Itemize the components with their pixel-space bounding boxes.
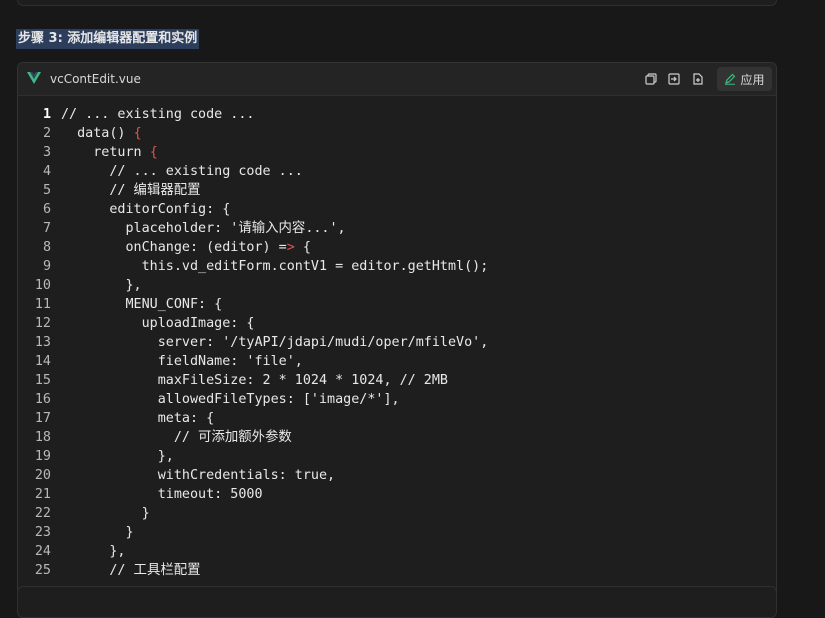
line-number: 11 bbox=[34, 297, 51, 312]
step-heading: 步骤 3: 添加编辑器配置和实例 bbox=[16, 29, 200, 49]
code-text: editorConfig: { bbox=[61, 202, 231, 217]
code-line: 21 timeout: 5000 bbox=[18, 485, 263, 504]
line-number: 7 bbox=[42, 221, 51, 236]
code-line: 13 server: '/tyAPI/jdapi/mudi/oper/mfile… bbox=[18, 333, 488, 352]
vue-icon bbox=[27, 72, 41, 84]
line-number: 12 bbox=[34, 316, 51, 331]
code-text: server: '/tyAPI/jdapi/mudi/oper/mfileVo'… bbox=[61, 335, 489, 350]
code-text: // 编辑器配置 bbox=[61, 183, 201, 198]
code-text: } bbox=[61, 506, 150, 521]
copy-button[interactable] bbox=[643, 71, 659, 87]
code-text: this.vd_editForm.contV1 = editor.getHtml… bbox=[61, 259, 489, 274]
insert-at-cursor-button[interactable] bbox=[666, 71, 682, 87]
apply-icon bbox=[725, 73, 736, 85]
line-number: 19 bbox=[34, 449, 51, 464]
code-text: }, bbox=[61, 449, 174, 464]
code-line: 6 editorConfig: { bbox=[18, 200, 230, 219]
line-number: 10 bbox=[34, 278, 51, 293]
line-number: 1 bbox=[42, 107, 51, 122]
code-text: // ... existing code ... bbox=[61, 164, 303, 179]
line-number: 13 bbox=[34, 335, 51, 350]
code-line: 19 }, bbox=[18, 447, 174, 466]
code-block-header: vcContEdit.vue 应用 bbox=[18, 63, 776, 96]
code-text: uploadImage: { bbox=[61, 316, 255, 331]
code-text: } bbox=[61, 525, 134, 540]
line-number: 15 bbox=[34, 373, 51, 388]
copy-icon bbox=[645, 73, 657, 85]
line-number: 4 bbox=[42, 164, 51, 179]
code-line: 25 // 工具栏配置 bbox=[18, 561, 201, 580]
code-line: 22 } bbox=[18, 504, 150, 523]
code-line: 11 MENU_CONF: { bbox=[18, 295, 222, 314]
line-number: 6 bbox=[42, 202, 51, 217]
code-text: withCredentials: true, bbox=[61, 468, 336, 483]
code-text: onChange: (editor) => { bbox=[61, 240, 311, 255]
line-number: 22 bbox=[34, 506, 51, 521]
line-number: 23 bbox=[34, 525, 51, 540]
code-text: maxFileSize: 2 * 1024 * 1024, // 2MB bbox=[61, 373, 448, 388]
code-line: 24 }, bbox=[18, 542, 126, 561]
code-text: placeholder: '请输入内容...', bbox=[61, 221, 346, 236]
code-text: }, bbox=[61, 544, 126, 559]
code-line: 9 this.vd_editForm.contV1 = editor.getHt… bbox=[18, 257, 488, 276]
line-number: 17 bbox=[34, 411, 51, 426]
code-line: 3 return { bbox=[18, 143, 158, 162]
code-line: 10 }, bbox=[18, 276, 142, 295]
code-text: // 工具栏配置 bbox=[61, 563, 201, 578]
code-text: timeout: 5000 bbox=[61, 487, 263, 502]
previous-message-card bbox=[17, 0, 777, 6]
apply-label: 应用 bbox=[740, 72, 765, 87]
code-line: 23 } bbox=[18, 523, 134, 542]
new-file-button[interactable] bbox=[690, 71, 706, 87]
code-content[interactable]: 1// ... existing code ... 2 data() {3 ret… bbox=[18, 96, 776, 603]
code-line: 1 // ... existing code ... bbox=[18, 105, 255, 124]
code-line: 12 uploadImage: { bbox=[18, 314, 255, 333]
line-number: 24 bbox=[34, 544, 51, 559]
line-number: 16 bbox=[34, 392, 51, 407]
code-text: fieldName: 'file', bbox=[61, 354, 303, 369]
next-message-card bbox=[17, 586, 777, 618]
line-number: 20 bbox=[34, 468, 51, 483]
code-line: 8 onChange: (editor) => { bbox=[18, 238, 311, 257]
line-number: 25 bbox=[34, 563, 51, 578]
code-line: 20 withCredentials: true, bbox=[18, 466, 335, 485]
code-block: vcContEdit.vue 应用 1 // ... existing code… bbox=[17, 62, 777, 604]
code-line: 4 // ... existing code ... bbox=[18, 162, 303, 181]
line-number: 18 bbox=[34, 430, 51, 445]
new-file-icon bbox=[693, 73, 703, 85]
apply-button[interactable]: 应用 bbox=[717, 67, 772, 91]
line-number: 5 bbox=[42, 183, 51, 198]
code-line: 2 data() { bbox=[18, 124, 142, 143]
code-line: 15 maxFileSize: 2 * 1024 * 1024, // 2MB bbox=[18, 371, 448, 390]
code-text: allowedFileTypes: ['image/*'], bbox=[61, 392, 400, 407]
line-number: 9 bbox=[42, 259, 51, 274]
line-number: 14 bbox=[34, 354, 51, 369]
line-number: 21 bbox=[34, 487, 51, 502]
line-number: 2 bbox=[42, 126, 51, 141]
line-number: 8 bbox=[42, 240, 51, 255]
code-line: 17 meta: { bbox=[18, 409, 214, 428]
code-text: return { bbox=[61, 145, 158, 160]
code-text: data() { bbox=[61, 126, 142, 141]
code-line: 5 // 编辑器配置 bbox=[18, 181, 201, 200]
code-text: }, bbox=[61, 278, 142, 293]
code-text: MENU_CONF: { bbox=[61, 297, 223, 312]
code-text: // 可添加额外参数 bbox=[61, 430, 292, 445]
code-text: meta: { bbox=[61, 411, 215, 426]
code-line: 14 fieldName: 'file', bbox=[18, 352, 303, 371]
code-text: // ... existing code ... bbox=[61, 107, 255, 122]
insert-icon bbox=[668, 73, 680, 85]
file-name: vcContEdit.vue bbox=[50, 72, 141, 86]
code-line: 7 placeholder: '请输入内容...', bbox=[18, 219, 346, 238]
code-line: 16 allowedFileTypes: ['image/*'], bbox=[18, 390, 400, 409]
code-line: 18 // 可添加额外参数 bbox=[18, 428, 292, 447]
line-number: 3 bbox=[42, 145, 51, 160]
